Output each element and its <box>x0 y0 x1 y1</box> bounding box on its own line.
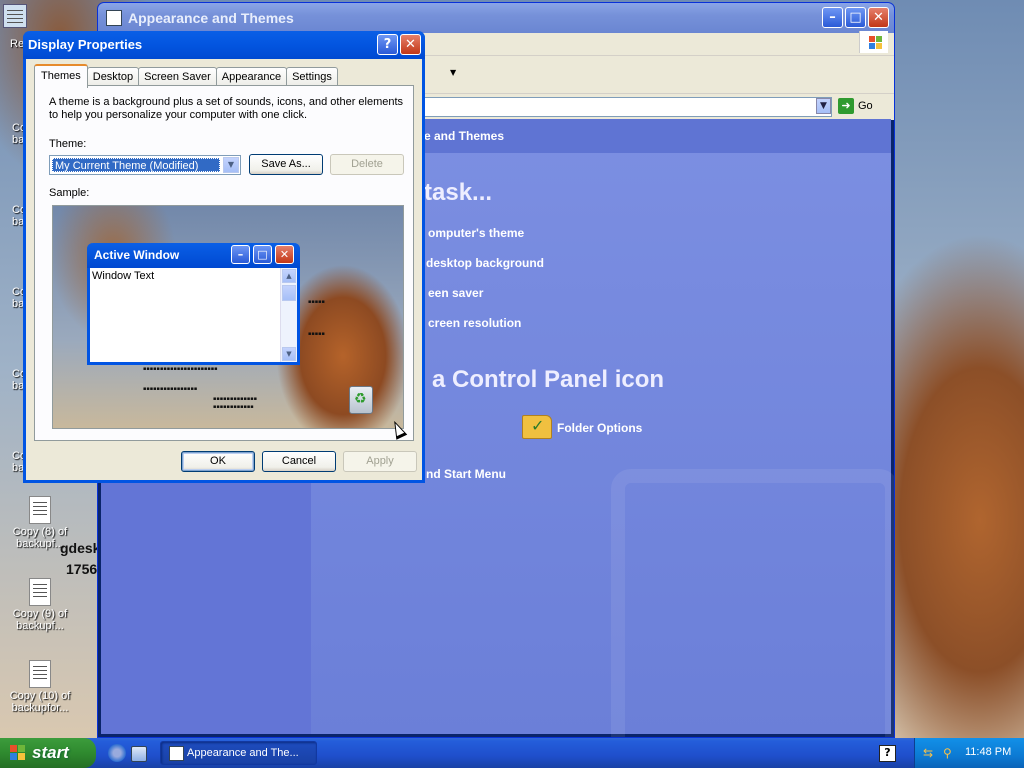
text-file-icon <box>29 496 51 524</box>
chevron-down-icon[interactable]: ▼ <box>816 98 831 114</box>
sample-active-window: Active Window – □ ✕ Window Text ▲ ▼ <box>87 243 300 365</box>
go-label: Go <box>858 100 873 112</box>
close-button[interactable]: ✕ <box>400 34 421 55</box>
theme-label: Theme: <box>49 138 87 150</box>
taskbar: start Appearance and The... ? ⇆ ⚲ 11:48 … <box>0 738 1024 768</box>
folder-options-link[interactable]: Folder Options <box>557 421 642 435</box>
task-link-resolution[interactable]: creen resolution <box>428 316 521 330</box>
clock[interactable]: 11:48 PM <box>965 746 1011 758</box>
dialog-title: Display Properties <box>28 37 143 52</box>
desktop-icon-file[interactable]: Copy (10) of backupfor... <box>0 660 80 714</box>
internet-explorer-icon[interactable] <box>108 744 126 762</box>
tab-desktop[interactable]: Desktop <box>86 67 140 87</box>
maximize-icon: □ <box>253 245 272 264</box>
pick-icon-heading: a Control Panel icon <box>432 366 665 393</box>
chevron-down-icon[interactable]: ▼ <box>223 157 239 173</box>
task-link-theme[interactable]: omputer's theme <box>428 226 524 240</box>
overlay-text: 1756 <box>66 561 98 577</box>
themes-tab-panel: A theme is a background plus a set of so… <box>34 85 414 441</box>
show-desktop-icon[interactable] <box>131 746 147 762</box>
folder-options-icon[interactable] <box>522 415 552 439</box>
delete-button[interactable]: Delete <box>330 154 404 175</box>
start-button[interactable]: start <box>0 738 96 768</box>
minimize-icon: – <box>231 245 250 264</box>
close-button[interactable]: ✕ <box>868 7 889 28</box>
minimize-button[interactable]: – <box>822 7 843 28</box>
sample-decoration: ▪▪▪▪▪▪▪▪▪▪▪▪▪▪▪▪ <box>143 386 198 392</box>
dialog-titlebar[interactable]: Display Properties <box>23 31 425 59</box>
go-button[interactable]: ➜ Go <box>838 98 873 114</box>
windows-flag-icon <box>10 745 26 761</box>
text-file-icon <box>29 660 51 688</box>
views-dropdown-icon[interactable]: ▼ <box>450 68 456 77</box>
close-icon: ✕ <box>275 245 294 264</box>
address-input[interactable] <box>418 97 832 117</box>
watermark-icon <box>611 469 894 737</box>
sample-scrollbar: ▲ ▼ <box>280 268 297 362</box>
go-arrow-icon: ➜ <box>838 98 854 114</box>
start-label: start <box>32 743 69 762</box>
taskbar-button-label: Appearance and The... <box>187 747 299 759</box>
taskbar-start-menu-link[interactable]: nd Start Menu <box>426 467 506 481</box>
scroll-thumb <box>282 285 296 301</box>
overlay-text: gdesk <box>60 540 101 556</box>
tab-settings[interactable]: Settings <box>286 67 338 87</box>
tab-screen-saver[interactable]: Screen Saver <box>138 67 217 87</box>
display-properties-dialog: Display Properties ? ✕ Themes Desktop Sc… <box>23 31 425 483</box>
task-link-background[interactable]: desktop background <box>426 256 544 270</box>
scroll-up-icon: ▲ <box>282 269 296 283</box>
help-icon[interactable]: ? <box>879 745 896 762</box>
tab-strip: Themes Desktop Screen Saver Appearance S… <box>34 64 338 88</box>
maximize-button[interactable]: □ <box>845 7 866 28</box>
sample-decoration: ▪▪▪▪▪▪▪▪▪▪▪▪▪▪▪▪▪▪▪▪▪▪ <box>143 366 218 372</box>
explorer-title: Appearance and Themes <box>128 10 294 26</box>
system-tray: ⇆ ⚲ 11:48 PM <box>914 738 1024 768</box>
control-panel-icon <box>169 746 184 761</box>
theme-description: A theme is a background plus a set of so… <box>49 96 404 121</box>
sample-label: Sample: <box>49 187 90 199</box>
sample-window-text: Window Text <box>92 270 155 282</box>
search-icon[interactable]: ⚲ <box>943 746 957 760</box>
sample-decoration: ▪▪▪▪▪▪▪▪▪▪▪▪▪ <box>213 396 258 402</box>
scroll-down-icon: ▼ <box>282 347 296 361</box>
desktop-icon-label: Copy (10) of backupfor... <box>9 690 71 714</box>
theme-select[interactable]: My Current Theme (Modified) ▼ <box>49 155 241 175</box>
theme-select-value: My Current Theme (Modified) <box>52 158 220 172</box>
desktop-label-partial: Re <box>10 38 25 50</box>
sample-decoration: ▪▪▪▪▪ <box>308 299 325 305</box>
tab-themes[interactable]: Themes <box>34 64 88 88</box>
pick-task-heading: task... <box>424 179 493 206</box>
theme-sample-preview: ▪▪▪▪▪ ▪▪▪▪▪ ▪▪▪▪▪▪▪▪▪▪▪▪▪▪▪▪▪▪▪▪▪▪ ▪▪▪▪▪… <box>52 205 404 429</box>
desktop-icon-file[interactable]: Copy (9) of backupf... <box>0 578 80 632</box>
windows-logo-icon <box>859 31 888 53</box>
help-button[interactable]: ? <box>377 34 398 55</box>
control-panel-icon <box>106 10 122 26</box>
text-file-icon <box>29 578 51 606</box>
apply-button[interactable]: Apply <box>343 451 417 472</box>
sample-decoration: ▪▪▪▪▪▪▪▪▪▪▪▪ <box>213 404 254 410</box>
desktop-icon-label: Copy (9) of backupf... <box>12 608 68 632</box>
desktop-icon-recycle-bin[interactable] <box>0 4 30 30</box>
breadcrumb: e and Themes <box>424 129 505 143</box>
sample-decoration: ▪▪▪▪▪ <box>308 331 325 337</box>
recycle-bin-icon <box>3 4 27 28</box>
taskbar-button-appearance[interactable]: Appearance and The... <box>160 741 317 765</box>
cancel-button[interactable]: Cancel <box>262 451 336 472</box>
network-icon[interactable]: ⇆ <box>923 746 937 760</box>
task-link-screensaver[interactable]: een saver <box>428 286 483 300</box>
explorer-titlebar[interactable]: Appearance and Themes <box>98 3 894 33</box>
ok-button[interactable]: OK <box>181 451 255 472</box>
recycle-bin-icon <box>349 386 373 414</box>
save-as-button[interactable]: Save As... <box>249 154 323 175</box>
tab-appearance[interactable]: Appearance <box>215 67 288 87</box>
